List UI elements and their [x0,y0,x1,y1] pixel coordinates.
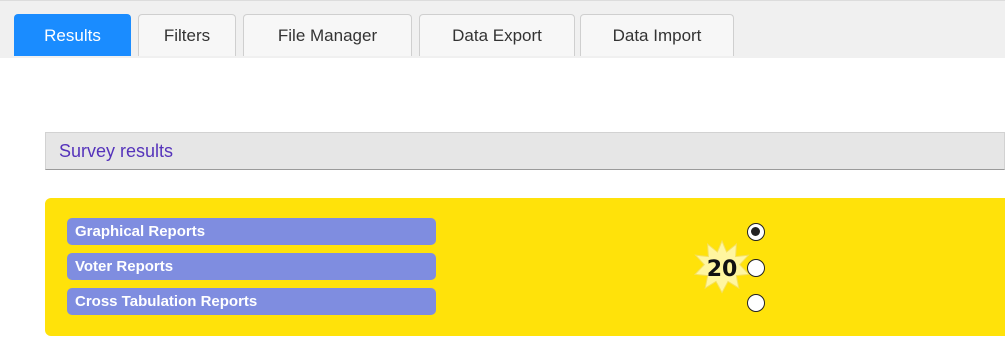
voter-reports-radio[interactable] [747,259,765,277]
voter-reports-button[interactable]: Voter Reports [67,253,436,280]
tab-data-export[interactable]: Data Export [419,14,575,56]
graphical-reports-button[interactable]: Graphical Reports [67,218,436,245]
section-title: Survey results [59,140,174,161]
report-type-panel: Graphical Reports Voter Reports Cross Ta… [45,198,1005,336]
step-number-badge: 20 [693,240,751,298]
tab-bar: Results Filters File Manager Data Export… [0,0,1005,58]
tab-results[interactable]: Results [14,14,131,56]
tab-data-import[interactable]: Data Import [580,14,734,56]
step-number: 20 [706,256,738,282]
tab-file-manager[interactable]: File Manager [243,14,412,56]
graphical-reports-radio[interactable] [747,223,765,241]
tab-filters[interactable]: Filters [138,14,236,56]
cross-tabulation-reports-button[interactable]: Cross Tabulation Reports [67,288,436,315]
section-header: Survey results [45,132,1005,170]
cross-tabulation-reports-radio[interactable] [747,294,765,312]
